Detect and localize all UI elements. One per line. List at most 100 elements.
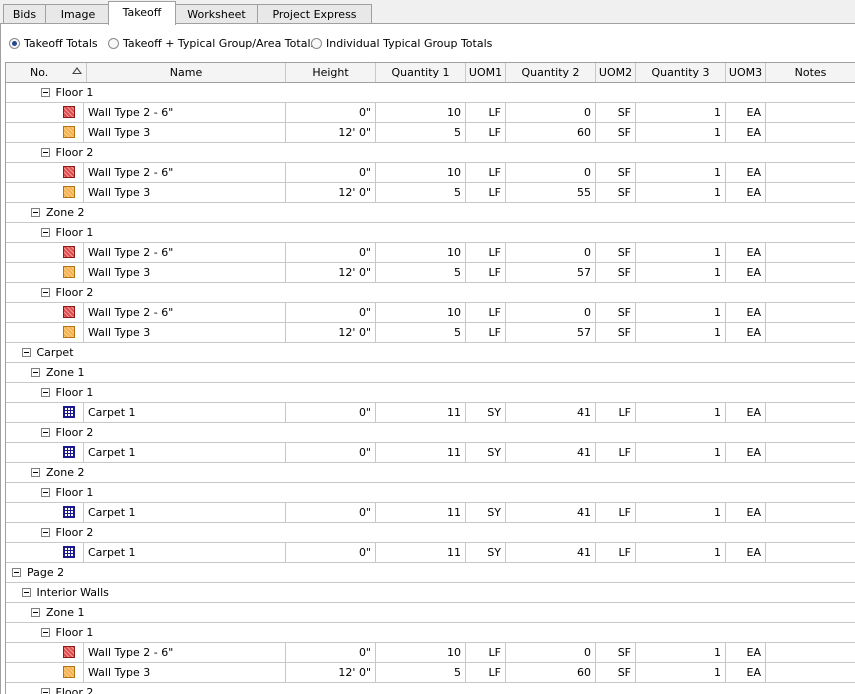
radio-takeoff-typical-group-area-totals[interactable]: Takeoff + Typical Group/Area Totals bbox=[108, 32, 316, 56]
notes-cell[interactable] bbox=[766, 263, 855, 282]
uom3-cell[interactable]: EA bbox=[726, 663, 766, 682]
group-row[interactable]: Zone 1 bbox=[6, 603, 855, 623]
quantity-1-cell[interactable]: 10 bbox=[376, 303, 466, 322]
name-cell[interactable]: Wall Type 2 - 6" bbox=[84, 643, 286, 662]
height-cell[interactable]: 0" bbox=[286, 443, 376, 462]
quantity-2-cell[interactable]: 0 bbox=[506, 243, 596, 262]
uom2-cell[interactable]: SF bbox=[596, 123, 636, 142]
collapse-icon[interactable] bbox=[31, 367, 40, 377]
column-header-height[interactable]: Height bbox=[286, 63, 376, 82]
height-cell[interactable]: 12' 0" bbox=[286, 323, 376, 342]
takeoff-item-row[interactable]: Carpet 1 0" 11 SY 41 LF 1 EA bbox=[6, 543, 855, 563]
quantity-2-cell[interactable]: 41 bbox=[506, 543, 596, 562]
name-cell[interactable]: Wall Type 2 - 6" bbox=[84, 103, 286, 122]
quantity-3-cell[interactable]: 1 bbox=[636, 403, 726, 422]
uom1-cell[interactable]: LF bbox=[466, 243, 506, 262]
quantity-2-cell[interactable]: 41 bbox=[506, 443, 596, 462]
collapse-icon[interactable] bbox=[31, 467, 40, 477]
height-cell[interactable]: 0" bbox=[286, 503, 376, 522]
uom2-cell[interactable]: SF bbox=[596, 643, 636, 662]
collapse-icon[interactable] bbox=[31, 607, 40, 617]
uom1-cell[interactable]: LF bbox=[466, 183, 506, 202]
uom2-cell[interactable]: SF bbox=[596, 303, 636, 322]
uom3-cell[interactable]: EA bbox=[726, 403, 766, 422]
takeoff-item-row[interactable]: Wall Type 3 12' 0" 5 LF 60 SF 1 EA bbox=[6, 123, 855, 143]
column-header-quantity-1[interactable]: Quantity 1 bbox=[376, 63, 466, 82]
collapse-icon[interactable] bbox=[40, 687, 50, 694]
takeoff-item-row[interactable]: Carpet 1 0" 11 SY 41 LF 1 EA bbox=[6, 403, 855, 423]
quantity-1-cell[interactable]: 10 bbox=[376, 243, 466, 262]
collapse-icon[interactable] bbox=[12, 567, 21, 577]
quantity-1-cell[interactable]: 5 bbox=[376, 663, 466, 682]
collapse-icon[interactable] bbox=[40, 287, 50, 297]
quantity-1-cell[interactable]: 5 bbox=[376, 323, 466, 342]
tab-takeoff[interactable]: Takeoff bbox=[108, 1, 176, 25]
quantity-3-cell[interactable]: 1 bbox=[636, 263, 726, 282]
quantity-2-cell[interactable]: 41 bbox=[506, 503, 596, 522]
uom3-cell[interactable]: EA bbox=[726, 643, 766, 662]
uom1-cell[interactable]: LF bbox=[466, 263, 506, 282]
notes-cell[interactable] bbox=[766, 543, 855, 562]
column-header-quantity-3[interactable]: Quantity 3 bbox=[636, 63, 726, 82]
quantity-3-cell[interactable]: 1 bbox=[636, 323, 726, 342]
name-cell[interactable]: Carpet 1 bbox=[84, 543, 286, 562]
quantity-3-cell[interactable]: 1 bbox=[636, 123, 726, 142]
name-cell[interactable]: Wall Type 2 - 6" bbox=[84, 243, 286, 262]
group-row[interactable]: Zone 2 bbox=[6, 203, 855, 223]
group-row[interactable]: Carpet bbox=[6, 343, 855, 363]
uom3-cell[interactable]: EA bbox=[726, 503, 766, 522]
quantity-2-cell[interactable]: 60 bbox=[506, 123, 596, 142]
quantity-3-cell[interactable]: 1 bbox=[636, 443, 726, 462]
uom2-cell[interactable]: SF bbox=[596, 323, 636, 342]
uom1-cell[interactable]: SY bbox=[466, 443, 506, 462]
group-row[interactable]: Floor 2 bbox=[6, 143, 855, 163]
name-cell[interactable]: Wall Type 3 bbox=[84, 183, 286, 202]
takeoff-item-row[interactable]: Wall Type 2 - 6" 0" 10 LF 0 SF 1 EA bbox=[6, 643, 855, 663]
height-cell[interactable]: 0" bbox=[286, 103, 376, 122]
notes-cell[interactable] bbox=[766, 443, 855, 462]
takeoff-item-row[interactable]: Wall Type 2 - 6" 0" 10 LF 0 SF 1 EA bbox=[6, 243, 855, 263]
notes-cell[interactable] bbox=[766, 503, 855, 522]
quantity-2-cell[interactable]: 57 bbox=[506, 323, 596, 342]
collapse-icon[interactable] bbox=[31, 207, 40, 217]
notes-cell[interactable] bbox=[766, 663, 855, 682]
quantity-3-cell[interactable]: 1 bbox=[636, 103, 726, 122]
uom2-cell[interactable]: LF bbox=[596, 443, 636, 462]
quantity-1-cell[interactable]: 10 bbox=[376, 643, 466, 662]
collapse-icon[interactable] bbox=[40, 87, 50, 97]
collapse-icon[interactable] bbox=[40, 627, 50, 637]
quantity-1-cell[interactable]: 11 bbox=[376, 443, 466, 462]
uom2-cell[interactable]: LF bbox=[596, 503, 636, 522]
radio-individual-typical-group-totals[interactable]: Individual Typical Group Totals bbox=[311, 32, 492, 56]
quantity-1-cell[interactable]: 10 bbox=[376, 103, 466, 122]
group-row[interactable]: Floor 1 bbox=[6, 223, 855, 243]
quantity-2-cell[interactable]: 0 bbox=[506, 303, 596, 322]
notes-cell[interactable] bbox=[766, 643, 855, 662]
takeoff-item-row[interactable]: Wall Type 2 - 6" 0" 10 LF 0 SF 1 EA bbox=[6, 103, 855, 123]
quantity-3-cell[interactable]: 1 bbox=[636, 183, 726, 202]
collapse-icon[interactable] bbox=[40, 487, 50, 497]
takeoff-item-row[interactable]: Wall Type 2 - 6" 0" 10 LF 0 SF 1 EA bbox=[6, 303, 855, 323]
quantity-1-cell[interactable]: 5 bbox=[376, 263, 466, 282]
uom1-cell[interactable]: LF bbox=[466, 303, 506, 322]
uom3-cell[interactable]: EA bbox=[726, 443, 766, 462]
group-row[interactable]: Zone 1 bbox=[6, 363, 855, 383]
height-cell[interactable]: 0" bbox=[286, 243, 376, 262]
uom1-cell[interactable]: LF bbox=[466, 123, 506, 142]
quantity-1-cell[interactable]: 11 bbox=[376, 403, 466, 422]
collapse-icon[interactable] bbox=[40, 527, 50, 537]
uom2-cell[interactable]: SF bbox=[596, 163, 636, 182]
uom3-cell[interactable]: EA bbox=[726, 243, 766, 262]
height-cell[interactable]: 0" bbox=[286, 403, 376, 422]
uom3-cell[interactable]: EA bbox=[726, 183, 766, 202]
uom1-cell[interactable]: LF bbox=[466, 643, 506, 662]
takeoff-item-row[interactable]: Wall Type 2 - 6" 0" 10 LF 0 SF 1 EA bbox=[6, 163, 855, 183]
group-row[interactable]: Floor 1 bbox=[6, 623, 855, 643]
group-row[interactable]: Floor 1 bbox=[6, 483, 855, 503]
name-cell[interactable]: Carpet 1 bbox=[84, 503, 286, 522]
height-cell[interactable]: 12' 0" bbox=[286, 663, 376, 682]
column-header-quantity-2[interactable]: Quantity 2 bbox=[506, 63, 596, 82]
uom2-cell[interactable]: SF bbox=[596, 103, 636, 122]
uom3-cell[interactable]: EA bbox=[726, 123, 766, 142]
height-cell[interactable]: 12' 0" bbox=[286, 183, 376, 202]
